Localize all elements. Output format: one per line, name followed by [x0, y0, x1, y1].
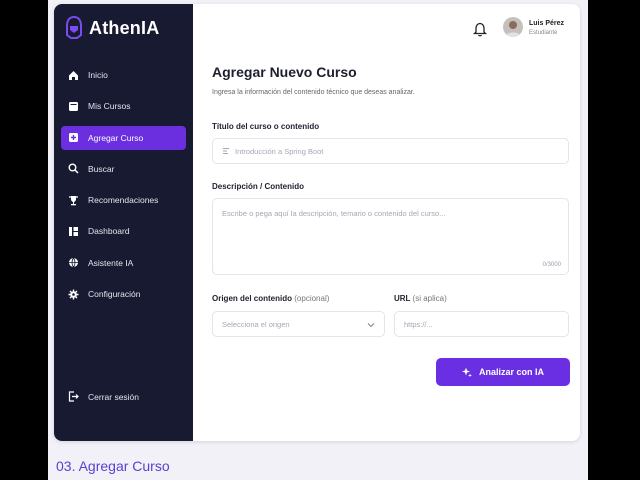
page-title: Agregar Nuevo Curso	[212, 64, 357, 80]
user-name: Luis Pérez	[529, 20, 565, 27]
main-content: Luis Pérez Estudiante Agregar Nuevo Curs…	[193, 4, 580, 441]
screen-canvas: AthenIA Inicio Mis Cursos Agregar Curso …	[48, 0, 588, 480]
sidebar-item-inicio[interactable]: Inicio	[61, 63, 186, 87]
origin-select[interactable]: Selecciona el origen	[212, 311, 385, 337]
analyze-button-label: Analizar con IA	[478, 367, 544, 377]
app-window: AthenIA Inicio Mis Cursos Agregar Curso …	[54, 4, 580, 441]
description-placeholder: Escribe o pega aquí la descripción, tema…	[222, 209, 446, 218]
sidebar-item-configuracion[interactable]: Configuración	[61, 282, 186, 306]
sidebar-item-asistente-ia[interactable]: Asistente IA	[61, 251, 186, 275]
athena-helmet-icon	[66, 16, 82, 39]
sidebar-item-label: Recomendaciones	[88, 195, 159, 206]
dashboard-icon	[67, 225, 79, 237]
sidebar-item-mis-cursos[interactable]: Mis Cursos	[61, 94, 186, 118]
url-placeholder: https://...	[404, 319, 433, 329]
sidebar: AthenIA Inicio Mis Cursos Agregar Curso …	[54, 4, 193, 441]
origin-optional: (opcional)	[294, 294, 330, 303]
brand[interactable]: AthenIA	[65, 16, 159, 40]
page-subtitle: Ingresa la información del contenido téc…	[212, 89, 415, 96]
sidebar-item-label: Inicio	[88, 70, 108, 80]
sidebar-item-label: Configuración	[88, 289, 141, 300]
add-course-icon	[67, 132, 79, 144]
globe-icon	[67, 257, 79, 269]
url-optional: (si aplica)	[412, 294, 447, 303]
origin-label: Origen del contenido (opcional)	[212, 294, 329, 303]
logout-icon	[67, 391, 79, 403]
sidebar-item-label: Agregar Curso	[88, 132, 144, 143]
course-title-input[interactable]: Introducción a Spring Boot	[212, 138, 569, 164]
sidebar-item-recomendaciones[interactable]: Recomendaciones	[61, 188, 186, 212]
course-title-placeholder: Introducción a Spring Boot	[235, 146, 324, 156]
url-label-text: URL	[394, 294, 411, 303]
book-icon	[67, 100, 79, 112]
sidebar-item-buscar[interactable]: Buscar	[61, 157, 186, 181]
description-textarea[interactable]: Escribe o pega aquí la descripción, tema…	[212, 198, 569, 275]
home-icon	[67, 69, 79, 81]
logout-label: Cerrar sesión	[88, 391, 140, 402]
character-counter: 0/3000	[542, 262, 561, 268]
user-role: Estudiante	[529, 30, 558, 36]
trophy-icon	[67, 194, 79, 206]
course-title-label: Título del curso o contenido	[212, 122, 320, 131]
sidebar-nav: Inicio Mis Cursos Agregar Curso Buscar R…	[61, 63, 186, 313]
bell-icon[interactable]	[473, 21, 487, 37]
url-label: URL (si aplica)	[394, 294, 447, 303]
origin-placeholder: Selecciona el origen	[222, 319, 290, 329]
avatar[interactable]	[503, 17, 523, 37]
sidebar-item-label: Dashboard	[88, 226, 130, 237]
sidebar-item-agregar-curso[interactable]: Agregar Curso	[61, 125, 186, 150]
sidebar-item-label: Buscar	[88, 163, 115, 174]
url-input[interactable]: https://...	[394, 311, 569, 337]
screen-caption: 03. Agregar Curso	[56, 458, 170, 474]
logout-container: Cerrar sesión	[61, 385, 186, 416]
brand-name: AthenIA	[89, 17, 160, 38]
sidebar-item-label: Asistente IA	[88, 257, 134, 268]
analyze-with-ai-button[interactable]: Analizar con IA	[436, 358, 570, 386]
sidebar-item-label: Mis Cursos	[88, 101, 131, 112]
sparkle-icon	[461, 367, 472, 377]
chevron-down-icon	[367, 323, 375, 328]
text-field-icon	[223, 148, 229, 154]
gear-icon	[67, 288, 79, 300]
description-label: Descripción / Contenido	[212, 182, 305, 191]
origin-label-text: Origen del contenido	[212, 294, 293, 303]
search-icon	[67, 163, 79, 175]
sidebar-item-dashboard[interactable]: Dashboard	[61, 219, 186, 243]
logout-button[interactable]: Cerrar sesión	[61, 385, 186, 409]
